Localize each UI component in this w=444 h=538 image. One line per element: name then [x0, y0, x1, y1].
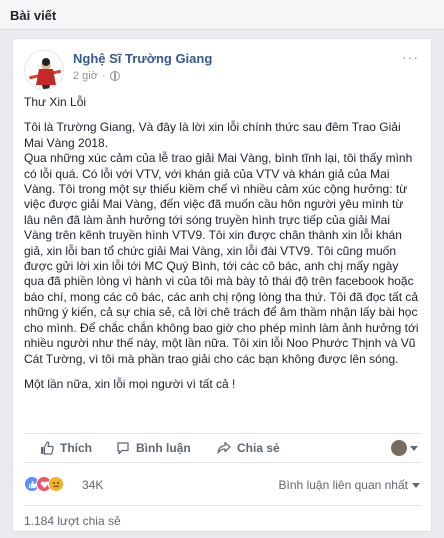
viewer-avatar	[391, 440, 407, 456]
post-paragraph: Một lần nữa, xin lỗi mọi người vì tất cả…	[24, 376, 236, 391]
comment-icon	[117, 442, 129, 455]
author-name[interactable]: Nghệ Sĩ Trường Giang	[73, 51, 212, 66]
post-body: Thư Xin Lỗi Tôi là Trường Giang, Và đây …	[24, 95, 420, 392]
section-header: Bài viết	[0, 0, 444, 30]
viewer-selector[interactable]	[391, 440, 418, 456]
shares-row: 1.184 lượt chia sẻ	[24, 505, 422, 528]
avatar[interactable]	[24, 50, 64, 90]
comment-button[interactable]: Bình luận	[116, 441, 191, 455]
post-card: Nghệ Sĩ Trường Giang 2 giờ · ··· Thư Xin…	[12, 38, 432, 532]
chevron-down-icon	[410, 445, 418, 451]
share-icon	[217, 441, 231, 454]
action-bar: Thích Bình luận Chia sẻ	[24, 433, 422, 463]
avatar-image	[25, 51, 63, 89]
like-label: Thích	[60, 441, 92, 455]
reactions-row: 34K Bình luận liên quan nhất	[24, 471, 422, 497]
post-heading: Thư Xin Lỗi	[24, 95, 87, 109]
comment-label: Bình luận	[136, 441, 191, 455]
comment-sort-label: Bình luận liên quan nhất	[278, 478, 408, 492]
share-label: Chia sẻ	[237, 441, 280, 455]
section-title: Bài viết	[10, 8, 57, 23]
like-button[interactable]: Thích	[40, 441, 92, 455]
chevron-down-icon	[412, 482, 420, 488]
post-paragraph: Tôi là Trường Giang, Và đây là lời xin l…	[24, 120, 401, 150]
post-meta: 2 giờ ·	[73, 70, 120, 82]
share-count[interactable]: 1.184 lượt chia sẻ	[24, 514, 121, 528]
sad-reaction-icon	[48, 476, 64, 492]
more-options-button[interactable]: ···	[402, 49, 419, 65]
comment-sort-dropdown[interactable]: Bình luận liên quan nhất	[279, 478, 420, 492]
thumbs-up-icon	[41, 441, 54, 455]
share-button[interactable]: Chia sẻ	[217, 441, 280, 455]
reaction-count[interactable]: 34K	[82, 478, 103, 492]
post-paragraph: Qua những xúc cảm của lễ trao giải Mai V…	[24, 151, 419, 366]
post-time[interactable]: 2 giờ	[73, 70, 98, 82]
globe-icon	[109, 71, 120, 81]
reaction-icons[interactable]	[24, 476, 64, 492]
